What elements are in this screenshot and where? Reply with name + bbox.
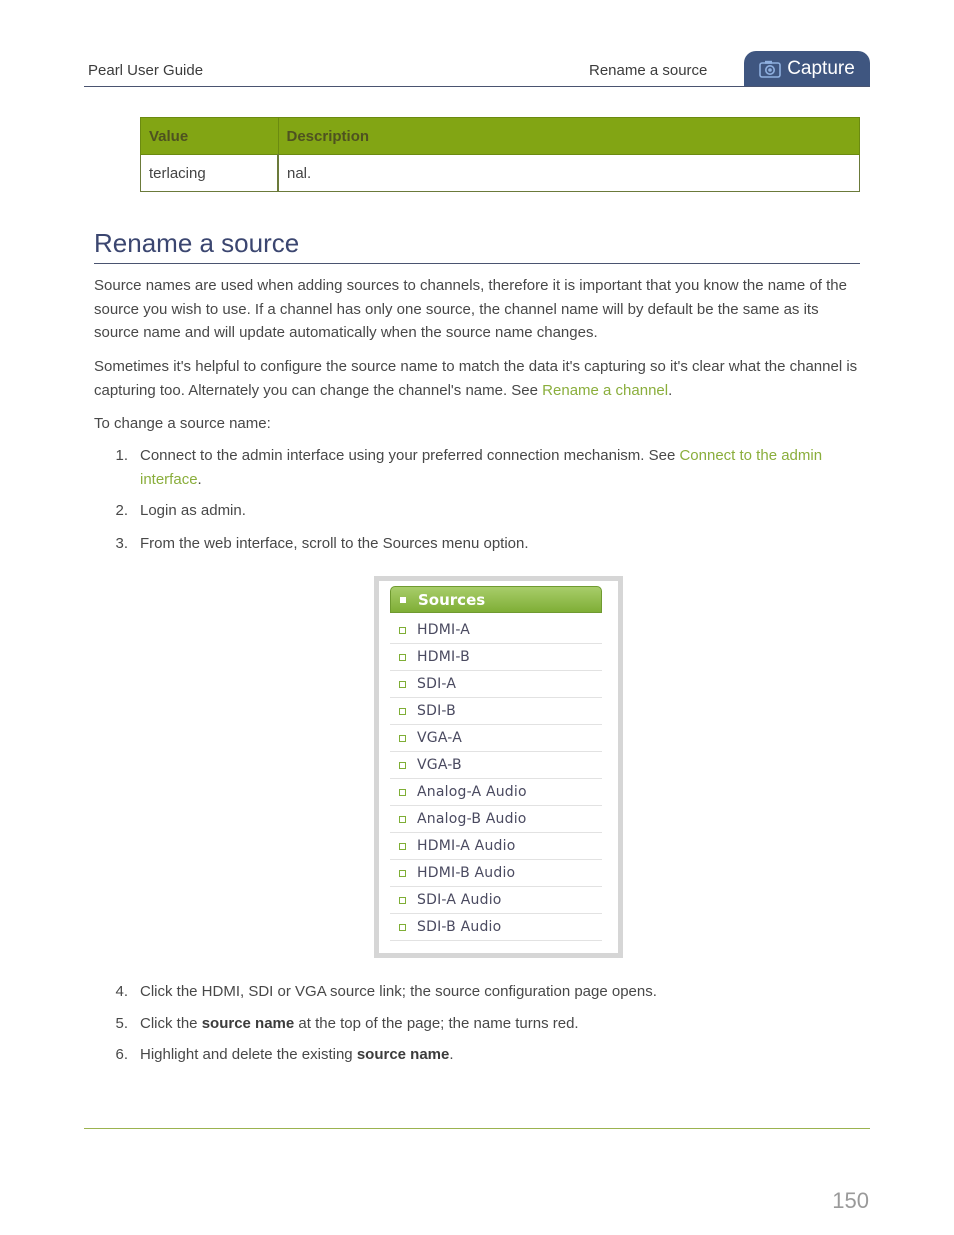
hollow-square-bullet-icon xyxy=(399,734,406,742)
hollow-square-bullet-icon xyxy=(399,869,406,877)
paragraph-rename-channel: Sometimes it's helpful to configure the … xyxy=(94,355,864,402)
step-text-body: Connect to the admin interface using you… xyxy=(140,447,680,464)
step-text-pre: Click the xyxy=(140,1014,202,1032)
sources-menu-item-label: SDI-A xyxy=(417,676,457,692)
rename-channel-link[interactable]: Rename a channel xyxy=(542,382,668,399)
hollow-square-bullet-icon xyxy=(399,788,406,796)
sources-menu-screenshot: Sources HDMI-A HDMI-B SDI-A SDI-B VGA-A VGA-B… xyxy=(374,576,623,958)
capture-tab-label: Capture xyxy=(787,58,855,79)
procedure-intro: To change a source name: xyxy=(94,415,271,432)
step-text-post: at the top of the page; the name turns r… xyxy=(294,1014,579,1032)
header-section-title: Rename a source xyxy=(589,62,708,79)
table-cell-description: nal. xyxy=(277,154,860,192)
sources-menu-item-label: SDI-B Audio xyxy=(417,919,502,935)
sources-menu-item-label: SDI-A Audio xyxy=(417,892,502,908)
step-4: 4. Click the HDMI, SDI or VGA source lin… xyxy=(94,980,864,1004)
hollow-square-bullet-icon xyxy=(399,653,406,661)
sources-menu-item[interactable]: SDI-A xyxy=(390,671,602,698)
step-number: 2. xyxy=(115,502,128,519)
step-text: Highlight and delete the existing source… xyxy=(140,1043,864,1067)
sources-menu-item-label: HDMI-B xyxy=(417,649,470,665)
sources-menu-item-label: HDMI-B Audio xyxy=(417,865,516,881)
hollow-square-bullet-icon xyxy=(399,923,406,931)
table-header-row: Value Description xyxy=(140,117,860,155)
hollow-square-bullet-icon xyxy=(399,626,406,634)
hollow-square-bullet-icon xyxy=(399,680,406,688)
step-text: Login as admin. xyxy=(140,502,246,519)
step-3: 3. From the web interface, scroll to the… xyxy=(94,532,864,556)
sources-menu-item-label: VGA-A xyxy=(417,730,463,746)
hollow-square-bullet-icon xyxy=(399,761,406,769)
step-number: 4. xyxy=(115,983,128,1000)
step-5: 5. Click the source name at the top of t… xyxy=(94,1012,864,1036)
step-1: 1. Connect to the admin interface using … xyxy=(94,444,864,491)
value-description-table: Value Description terlacing nal. xyxy=(140,117,860,192)
sources-menu-panel: Sources HDMI-A HDMI-B SDI-A SDI-B VGA-A VGA-B… xyxy=(379,581,618,953)
hollow-square-bullet-icon xyxy=(399,896,406,904)
sources-menu-item-label: HDMI-A xyxy=(417,622,471,638)
sources-menu-item[interactable]: VGA-B xyxy=(390,752,602,779)
hollow-square-bullet-icon xyxy=(399,707,406,715)
sources-menu-item-label: Analog-B Audio xyxy=(417,811,527,827)
step-text-bold: source name xyxy=(356,1046,450,1063)
sources-menu-item[interactable]: VGA-A xyxy=(390,725,602,752)
page-number: 150 xyxy=(832,1188,869,1213)
sources-menu-item[interactable]: HDMI-B Audio xyxy=(390,860,602,887)
step-text-post: . xyxy=(449,1046,454,1063)
steps-list-b: 4. Click the HDMI, SDI or VGA source lin… xyxy=(94,980,864,1067)
doc-title: Pearl User Guide xyxy=(88,62,204,79)
column-header-description: Description xyxy=(277,117,860,155)
step-text: From the web interface, scroll to the So… xyxy=(140,534,529,552)
sources-menu-item-label: Analog-A Audio xyxy=(417,784,527,800)
step-text: Connect to the admin interface using you… xyxy=(140,444,864,491)
table-row: terlacing nal. xyxy=(140,154,860,192)
step-text-pre: Highlight and delete the existing xyxy=(140,1046,357,1063)
capture-tab[interactable]: Capture xyxy=(744,51,870,87)
step-2: 2. Login as admin. xyxy=(94,499,864,523)
paragraph-text: Sometimes it's helpful to configure the … xyxy=(94,358,858,399)
paragraph-end: . xyxy=(668,381,673,399)
step-number: 3. xyxy=(115,534,128,552)
header-divider xyxy=(84,86,870,87)
sources-menu-header[interactable]: Sources xyxy=(390,586,602,613)
sources-menu-item[interactable]: SDI-B Audio xyxy=(390,914,602,941)
sources-menu-item[interactable]: SDI-A Audio xyxy=(390,887,602,914)
sources-menu-title: Sources xyxy=(418,590,486,609)
step-text: Click the HDMI, SDI or VGA source link; … xyxy=(140,983,657,1000)
camera-icon xyxy=(759,60,781,78)
section-heading: Rename a source xyxy=(94,228,300,258)
sources-menu-item[interactable]: HDMI-A Audio xyxy=(390,833,602,860)
step-6: 6. Highlight and delete the existing sou… xyxy=(94,1043,864,1067)
sources-menu-item[interactable]: HDMI-A xyxy=(390,617,602,644)
table-cell-value: terlacing xyxy=(140,154,279,192)
step-text-bold: source name xyxy=(201,1014,295,1032)
hollow-square-bullet-icon xyxy=(399,815,406,823)
step-text-end: . xyxy=(197,470,202,488)
sources-menu-item[interactable]: Analog-B Audio xyxy=(390,806,602,833)
steps-list-a: 1. Connect to the admin interface using … xyxy=(94,444,864,555)
step-number: 6. xyxy=(115,1046,128,1063)
square-bullet-icon xyxy=(400,596,406,603)
section-heading-divider xyxy=(94,263,860,264)
sources-menu-item[interactable]: Analog-A Audio xyxy=(390,779,602,806)
sources-menu-item[interactable]: HDMI-B xyxy=(390,644,602,671)
sources-menu-item[interactable]: SDI-B xyxy=(390,698,602,725)
step-number: 5. xyxy=(115,1014,128,1032)
intro-paragraph: Source names are used when adding source… xyxy=(94,277,847,341)
column-header-value: Value xyxy=(140,117,279,155)
sources-menu-list: HDMI-A HDMI-B SDI-A SDI-B VGA-A VGA-B Analog-A… xyxy=(390,617,602,941)
sources-menu-item-label: HDMI-A Audio xyxy=(417,838,516,854)
footer-divider xyxy=(84,1128,870,1129)
sources-menu-item-label: VGA-B xyxy=(417,757,462,773)
step-text: Click the source name at the top of the … xyxy=(140,1012,864,1036)
hollow-square-bullet-icon xyxy=(399,842,406,850)
step-number: 1. xyxy=(115,447,128,464)
sources-menu-item-label: SDI-B xyxy=(417,703,456,719)
